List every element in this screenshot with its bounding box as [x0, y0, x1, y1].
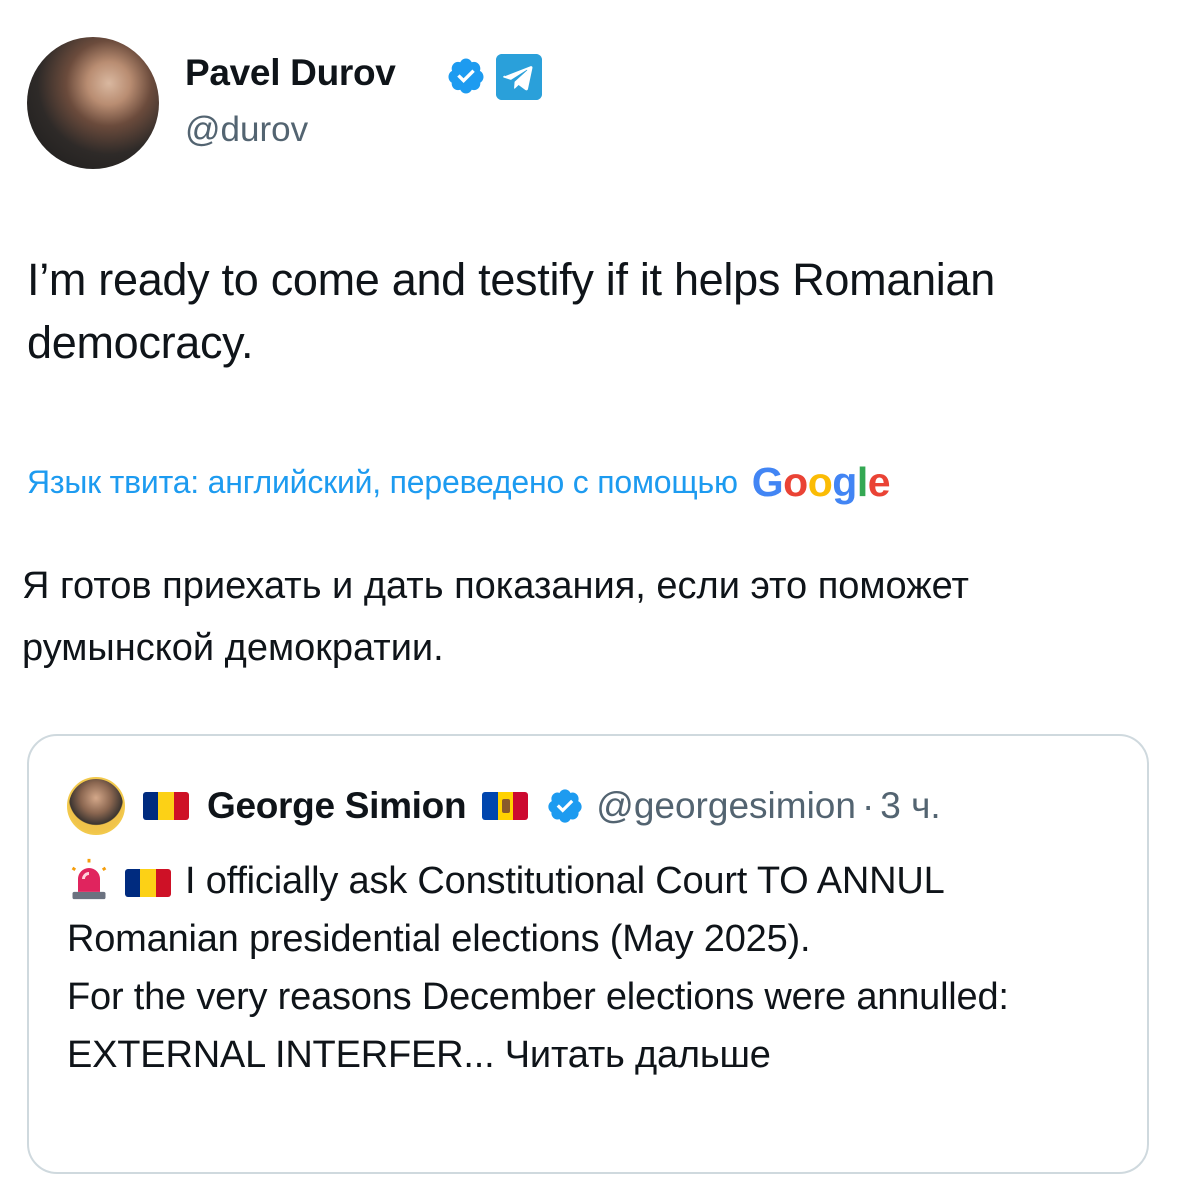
quoted-tweet-body: I officially ask Constitutional Court TO…: [67, 852, 1117, 1084]
quoted-tweet-header: George Simion @georgesimion · 3 ч.: [67, 776, 941, 836]
read-more-link[interactable]: Читать дальше: [505, 1034, 771, 1076]
tweet-text: I’m ready to come and testify if it help…: [27, 254, 995, 368]
author-handle[interactable]: @durov: [185, 110, 308, 150]
siren-icon: [71, 858, 107, 900]
quoted-tweet-card[interactable]: George Simion @georgesimion · 3 ч. I off…: [27, 734, 1149, 1174]
quoted-author-handle[interactable]: @georgesimion: [596, 785, 856, 827]
romania-flag-icon: [143, 792, 189, 820]
quoted-tweet-time[interactable]: 3 ч.: [880, 785, 940, 827]
translation-attribution[interactable]: Язык твита: английский, переведено с пом…: [27, 459, 891, 505]
quoted-tweet-text-line1: I officially ask Constitutional Court TO…: [67, 860, 944, 960]
meta-separator: ·: [861, 785, 875, 826]
romania-flag-icon: [125, 869, 171, 897]
author-name[interactable]: Pavel Durov: [185, 52, 396, 94]
quoted-author-avatar[interactable]: [67, 777, 125, 835]
translated-text: Я готов приехать и дать показания, если …: [22, 565, 969, 669]
verified-badge-icon: [548, 789, 582, 823]
author-avatar[interactable]: [27, 37, 159, 169]
translation-label[interactable]: Язык твита: английский, переведено с пом…: [27, 464, 738, 501]
quoted-author-name[interactable]: George Simion: [207, 785, 467, 827]
google-logo: Google: [751, 459, 891, 505]
telegram-icon[interactable]: [496, 54, 542, 100]
verified-badge-icon: [448, 58, 484, 94]
moldova-flag-icon: [482, 792, 529, 820]
